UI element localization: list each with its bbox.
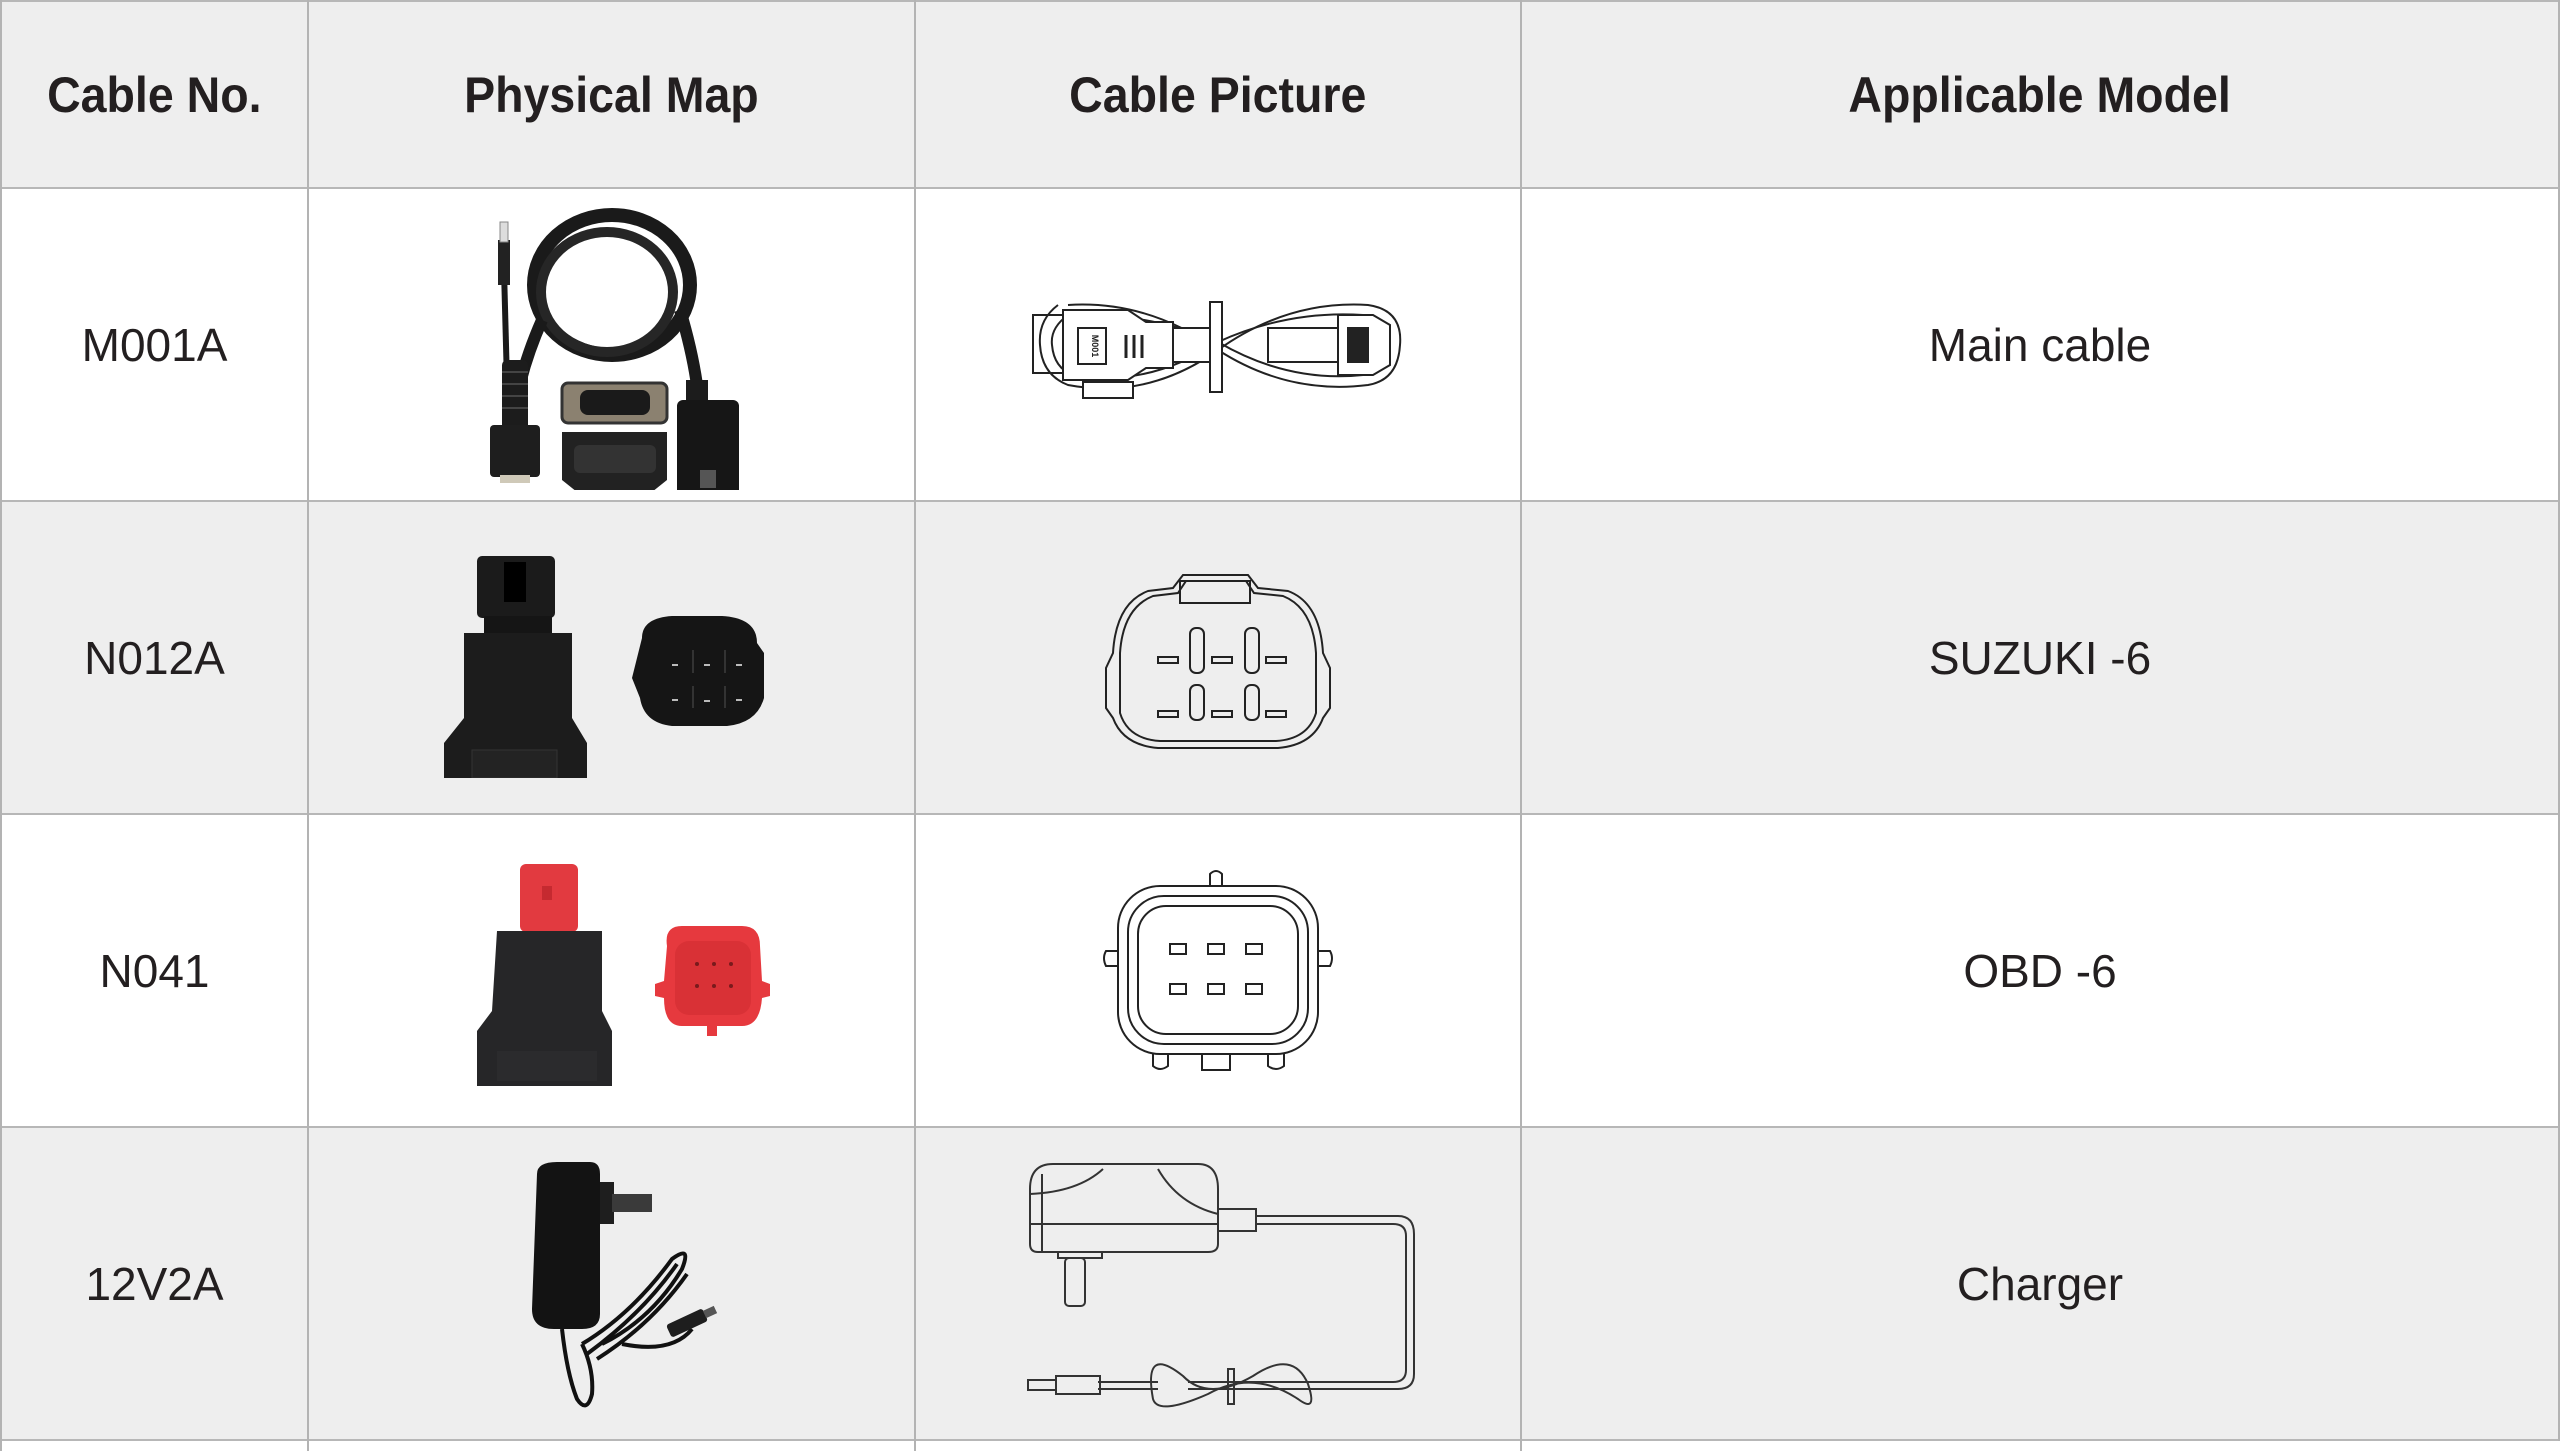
header-applicable-model: Applicable Model (1848, 66, 2232, 123)
cable-picture-cell (916, 815, 1520, 1126)
table-row: N012A SUZUKI -6 (0, 502, 2558, 813)
grid-line (914, 0, 916, 1451)
table-row: 12V2A Charger (0, 1128, 2558, 1439)
cable-picture-cell (916, 502, 1520, 813)
obd-6-connector-drawing-icon (1103, 869, 1333, 1071)
charger-photo-icon (531, 1161, 717, 1407)
applicable-model-cell: OBD -6 (1522, 815, 2558, 1126)
physical-map-cell (309, 1128, 914, 1439)
applicable-model: SUZUKI -6 (1928, 631, 2152, 684)
cable-no: N041 (99, 944, 210, 997)
suzuki-6-connector-drawing-icon (1105, 573, 1331, 749)
grid-line (0, 0, 2559, 2)
cable-no: M001A (81, 318, 228, 371)
applicable-model: Charger (1956, 1257, 2124, 1310)
header-cable-no: Cable No. (47, 66, 262, 123)
cable-picture-cell: M001 (916, 189, 1520, 500)
table-row: M001A M001 Main cable (0, 189, 2558, 500)
header-cell-cable-picture: Cable Picture (916, 2, 1520, 187)
applicable-model-cell: Main cable (1522, 189, 2558, 500)
grid-line (1520, 0, 1522, 1451)
physical-map-cell (309, 502, 914, 813)
applicable-model: OBD -6 (1963, 944, 2117, 997)
suzuki-6-adapter-photo-icon (443, 555, 764, 778)
cable-no-cell: N012A (2, 502, 307, 813)
applicable-model: Main cable (1928, 318, 2152, 371)
physical-map-cell (309, 189, 914, 500)
table-header-row: Cable No. Physical Map Cable Picture App… (0, 2, 2558, 187)
header-cell-cable-no: Cable No. (2, 2, 307, 187)
main-cable-drawing-icon: M001 (1032, 300, 1402, 399)
header-physical-map: Physical Map (464, 66, 759, 123)
charger-drawing-icon (1027, 1162, 1415, 1407)
main-cable-photo-icon (489, 207, 739, 490)
grid-line (0, 1126, 2559, 1128)
header-cell-applicable-model: Applicable Model (1522, 2, 2558, 187)
cable-drawing-label: M001 (1090, 334, 1100, 357)
cable-no: N012A (84, 631, 225, 684)
cable-no-cell: M001A (2, 189, 307, 500)
grid-line (307, 0, 309, 1451)
grid-line (0, 0, 2, 1451)
applicable-model-cell: Charger (1522, 1128, 2558, 1439)
grid-line (0, 813, 2559, 815)
header-cell-physical-map: Physical Map (309, 2, 914, 187)
cable-table: Cable No. Physical Map Cable Picture App… (0, 0, 2560, 1451)
table-row: N041 OBD -6 (0, 815, 2558, 1126)
applicable-model-cell: SUZUKI -6 (1522, 502, 2558, 813)
grid-line (0, 1439, 2559, 1441)
cable-no-cell: 12V2A (2, 1128, 307, 1439)
physical-map-cell (309, 815, 914, 1126)
cable-no: 12V2A (85, 1257, 224, 1310)
grid-line (0, 500, 2559, 502)
cable-picture-cell (916, 1128, 1520, 1439)
cable-no-cell: N041 (2, 815, 307, 1126)
header-cable-picture: Cable Picture (1069, 66, 1367, 123)
obd-6-adapter-photo-icon (476, 863, 770, 1086)
grid-line (0, 187, 2559, 189)
